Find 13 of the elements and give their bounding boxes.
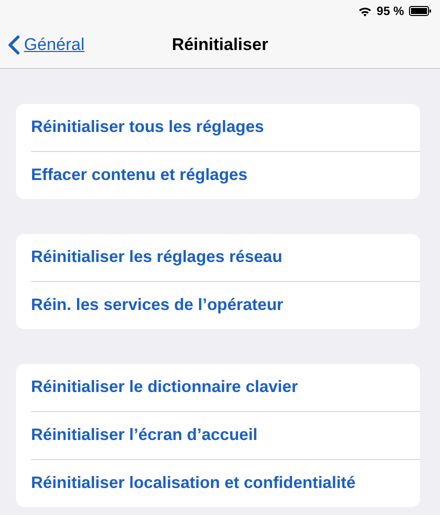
page-title: Réinitialiser (172, 35, 268, 55)
reset-option[interactable]: Réinitialiser le dictionnaire clavier (31, 378, 298, 397)
reset-option[interactable]: Réinitialiser localisation et confidentialité (31, 474, 356, 493)
reset-option[interactable]: Réinitialiser l’écran d’accueil (31, 426, 258, 445)
reset-option[interactable]: Réinitialiser tous les réglages (31, 118, 264, 137)
reset-option[interactable]: Effacer contenu et réglages (31, 166, 248, 185)
battery-icon (409, 6, 432, 16)
back-button[interactable]: Général (8, 35, 84, 55)
reset-option[interactable]: Réin. les services de l’opérateur (31, 296, 284, 315)
chevron-left-icon (8, 35, 20, 55)
battery-percentage: 95 % (376, 4, 404, 18)
wifi-icon (358, 6, 372, 16)
reset-option[interactable]: Réinitialiser les réglages réseau (31, 248, 282, 267)
